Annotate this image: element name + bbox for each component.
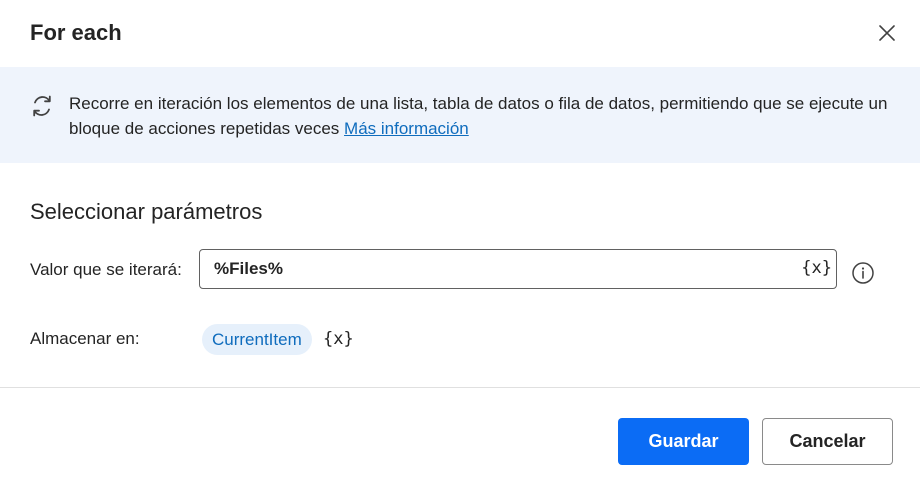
close-button[interactable] [872, 18, 902, 48]
variable-chip[interactable]: CurrentItem [202, 324, 312, 355]
more-info-link[interactable]: Más información [344, 119, 469, 138]
iterate-value-text: %Files% [214, 259, 283, 278]
loop-icon [33, 95, 51, 117]
section-title: Seleccionar parámetros [30, 199, 263, 224]
iterate-value-input[interactable]: %Files% {x} [199, 249, 837, 289]
info-icon[interactable] [851, 261, 875, 285]
footer-divider [0, 387, 920, 388]
close-icon [879, 25, 895, 41]
for-each-dialog: For each Recorre en iteración los elemen… [0, 0, 920, 487]
dialog-title: For each [30, 20, 122, 45]
iterate-label: Valor que se iterará: [30, 260, 182, 279]
store-label: Almacenar en: [30, 329, 140, 348]
variable-picker-icon[interactable]: {x} [801, 257, 832, 279]
cancel-button[interactable]: Cancelar [762, 418, 893, 465]
variable-picker-icon[interactable]: {x} [323, 328, 354, 350]
banner-text: Recorre en iteración los elementos de un… [69, 94, 888, 138]
save-button[interactable]: Guardar [618, 418, 749, 465]
banner-description: Recorre en iteración los elementos de un… [69, 91, 899, 141]
